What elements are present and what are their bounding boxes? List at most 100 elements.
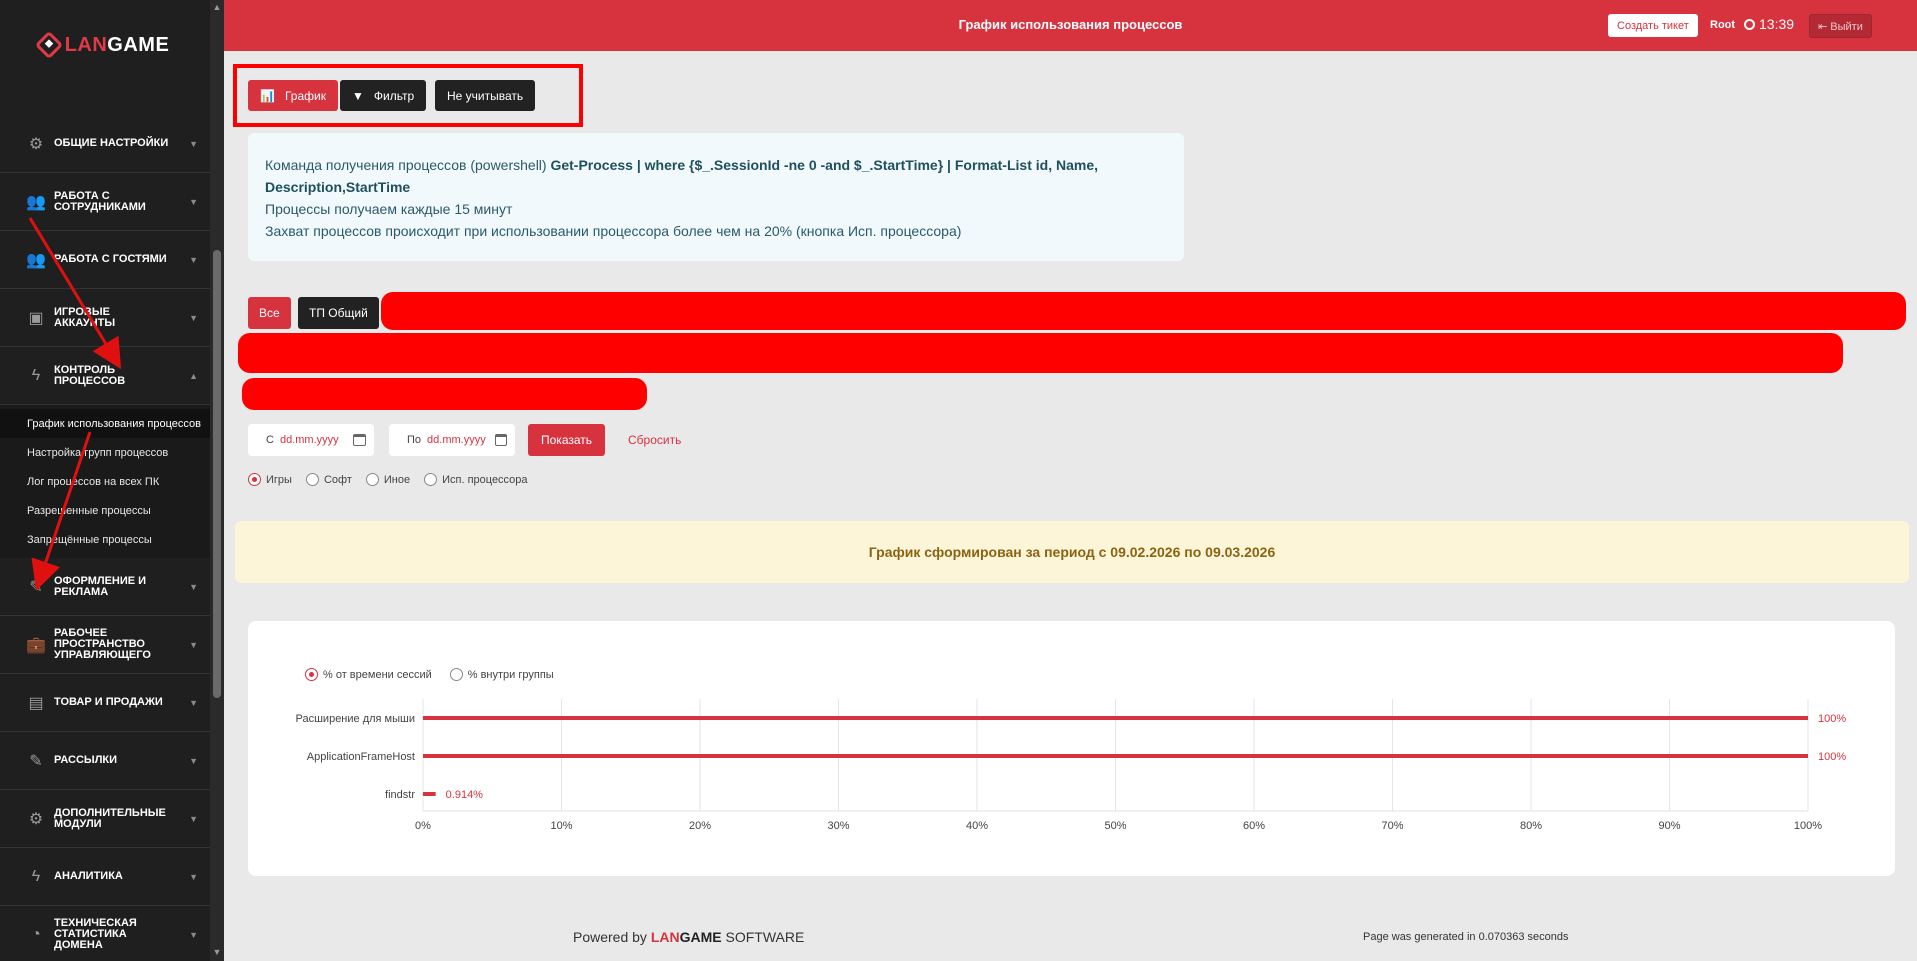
category-radio-other[interactable]: Иное: [365, 473, 411, 486]
chevron-down-icon: ▼: [189, 871, 198, 882]
redacted-area: [238, 333, 1843, 373]
filter-button-label: Фильтр: [373, 88, 415, 103]
sidebar: LANGAME ⚙ Общие настройки ▼ 👥 Работа с с…: [0, 0, 224, 961]
sidebar-item-extra-modules[interactable]: ⚙ Дополнительные модули ▼: [0, 790, 210, 848]
sidebar-item-general-settings[interactable]: ⚙ Общие настройки ▼: [0, 115, 210, 173]
sidebar-item-game-accounts[interactable]: ▣ Игровые аккаунты ▼: [0, 289, 210, 347]
date-from-field[interactable]: С dd.mm.yyyy: [248, 424, 374, 456]
logo-mark-icon: [34, 30, 63, 60]
sidebar-item-process-control[interactable]: ϟ Контроль процессов ▲: [0, 347, 210, 405]
sidebar-subitem-allowed[interactable]: Разрешенные процессы: [0, 496, 210, 525]
x-tick-label: 20%: [689, 820, 711, 832]
chevron-down-icon: ▼: [189, 813, 198, 824]
sidebar-item-design-ads[interactable]: ✎ Оформление и реклама ▼: [0, 558, 210, 616]
process-usage-chart: 0% 10% 20% 30% 40% 50% 60% 70% 80% 90% 100% Расшире…: [296, 699, 1846, 832]
bar: [423, 792, 436, 796]
category-radio-soft[interactable]: Софт: [305, 473, 352, 486]
radio-label: Исп. процессора: [442, 473, 528, 486]
clock-icon: [1744, 18, 1755, 30]
sidebar-item-label: Игровые аккаунты: [54, 305, 116, 329]
redacted-area: [381, 292, 1906, 330]
process-control-submenu: График использования процессов Настройка…: [0, 405, 210, 558]
date-to-value: dd.mm.yyyy: [427, 434, 486, 446]
scroll-down-icon[interactable]: ▼: [212, 947, 222, 957]
info-cpu-threshold: Захват процессов происходит при использо…: [265, 223, 962, 239]
radio-dot[interactable]: [424, 473, 438, 486]
date-to-field[interactable]: По dd.mm.yyyy: [389, 424, 515, 456]
category-radio-games[interactable]: Игры: [248, 473, 292, 486]
edit-icon: ✎: [29, 578, 43, 596]
date-from-label: С: [266, 434, 274, 446]
sidebar-subitem-process-chart[interactable]: График использования процессов: [0, 409, 210, 438]
info-panel: Команда получения процессов (powershell)…: [248, 133, 1184, 261]
sidebar-menu: ⚙ Общие настройки ▼ 👥 Работа с сотрудник…: [0, 115, 210, 961]
chevron-down-icon: ▼: [189, 755, 198, 766]
radio-dot[interactable]: [248, 473, 261, 486]
page-generation-time: Page was generated in 0.070363 seconds: [1363, 931, 1569, 943]
chevron-down-icon: ▼: [189, 697, 198, 708]
account-icon: ▣: [28, 309, 44, 327]
category-radio-cpu[interactable]: Исп. процессора: [424, 473, 528, 486]
langame-logo[interactable]: LANGAME: [0, 28, 208, 62]
category-label: findstr: [385, 789, 415, 801]
category-radio-group: Игры Софт Иное Исп. процессора: [248, 473, 528, 486]
sidebar-item-goods-sales[interactable]: ▤ Товар и продажи ▼: [0, 674, 210, 732]
users-icon: 👥: [26, 251, 46, 269]
edit-icon: ✎: [29, 752, 43, 770]
x-tick-label: 70%: [1381, 820, 1403, 832]
info-command-prefix: Команда получения процессов (powershell): [265, 157, 551, 173]
bar: [423, 716, 1808, 720]
bar-value-label: 100%: [1818, 751, 1846, 763]
gear-icon: ⚙: [28, 135, 44, 153]
sidebar-subitem-forbidden[interactable]: Запрещённые процессы: [0, 525, 210, 554]
note-icon: ▤: [28, 694, 44, 712]
x-tick-label: 10%: [550, 820, 572, 832]
sidebar-item-guests[interactable]: 👥 Работа с гостями ▼: [0, 231, 210, 289]
info-interval: Процессы получаем каждые 15 минут: [265, 201, 513, 217]
radio-label: Иное: [383, 473, 411, 486]
chevron-up-icon: ▲: [189, 370, 198, 381]
filter-all-button[interactable]: Все: [248, 297, 291, 329]
x-tick-label: 40%: [966, 820, 988, 832]
sidebar-item-label: Работа с сотрудниками: [54, 189, 146, 213]
radio-dot[interactable]: [365, 473, 379, 486]
reset-link[interactable]: Сбросить: [628, 433, 681, 447]
clock: 13:39: [1744, 16, 1794, 32]
period-alert: График сформирован за период с 09.02.202…: [235, 521, 1909, 583]
filter-tp-general-button[interactable]: ТП Общий: [298, 297, 379, 329]
footer-brand: LANGAME: [650, 929, 722, 945]
logo-text: LANGAME: [64, 33, 170, 56]
sidebar-item-label: Работа с гостями: [54, 253, 167, 265]
calendar-icon[interactable]: [353, 434, 366, 446]
user-name: Root: [1710, 19, 1736, 31]
x-tick-label: 80%: [1520, 820, 1542, 832]
scrollbar-thumb[interactable]: [213, 250, 221, 698]
calendar-icon[interactable]: [495, 434, 507, 446]
chart-button-label: График: [284, 88, 326, 103]
sidebar-item-staff[interactable]: 👥 Работа с сотрудниками ▼: [0, 173, 210, 231]
sidebar-item-tech-stats[interactable]: ◔ Техническая статистика домена ▼: [0, 906, 210, 961]
x-tick-label: 100%: [1794, 820, 1822, 832]
sidebar-item-label: Рабочее пространство управляющего: [54, 627, 151, 661]
radio-dot[interactable]: [305, 473, 319, 486]
show-button[interactable]: Показать: [528, 424, 606, 456]
powered-by-label: Powered by: [573, 929, 647, 945]
chevron-down-icon: ▼: [189, 929, 198, 940]
chart-card: % от времени сессий % внутри группы 0% 10…: [248, 621, 1895, 876]
x-tick-label: 90%: [1658, 820, 1680, 832]
ignore-button[interactable]: Не учитывать: [435, 80, 536, 111]
create-ticket-button[interactable]: Создать тикет: [1608, 14, 1698, 37]
chart-button[interactable]: 📊 График: [248, 80, 338, 111]
filter-button[interactable]: ▼ Фильтр: [340, 80, 427, 111]
sidebar-item-manager-workspace[interactable]: 💼 Рабочее пространство управляющего ▼: [0, 616, 210, 674]
sidebar-item-label: Аналитика: [54, 870, 123, 882]
sidebar-item-mailings[interactable]: ✎ Рассылки ▼: [0, 732, 210, 790]
sidebar-scrollbar[interactable]: ▲ ▼: [210, 0, 224, 961]
sidebar-subitem-process-log[interactable]: Лог процессов на всех ПК: [0, 467, 210, 496]
bolt-icon: ϟ: [31, 366, 41, 384]
sidebar-subitem-process-groups[interactable]: Настройка групп процессов: [0, 438, 210, 467]
chevron-down-icon: ▼: [189, 254, 198, 265]
sidebar-item-analytics[interactable]: ϟ Аналитика ▼: [0, 848, 210, 906]
scroll-up-icon[interactable]: ▲: [212, 2, 222, 12]
logout-button[interactable]: ⇤ Выйти: [1809, 14, 1872, 38]
